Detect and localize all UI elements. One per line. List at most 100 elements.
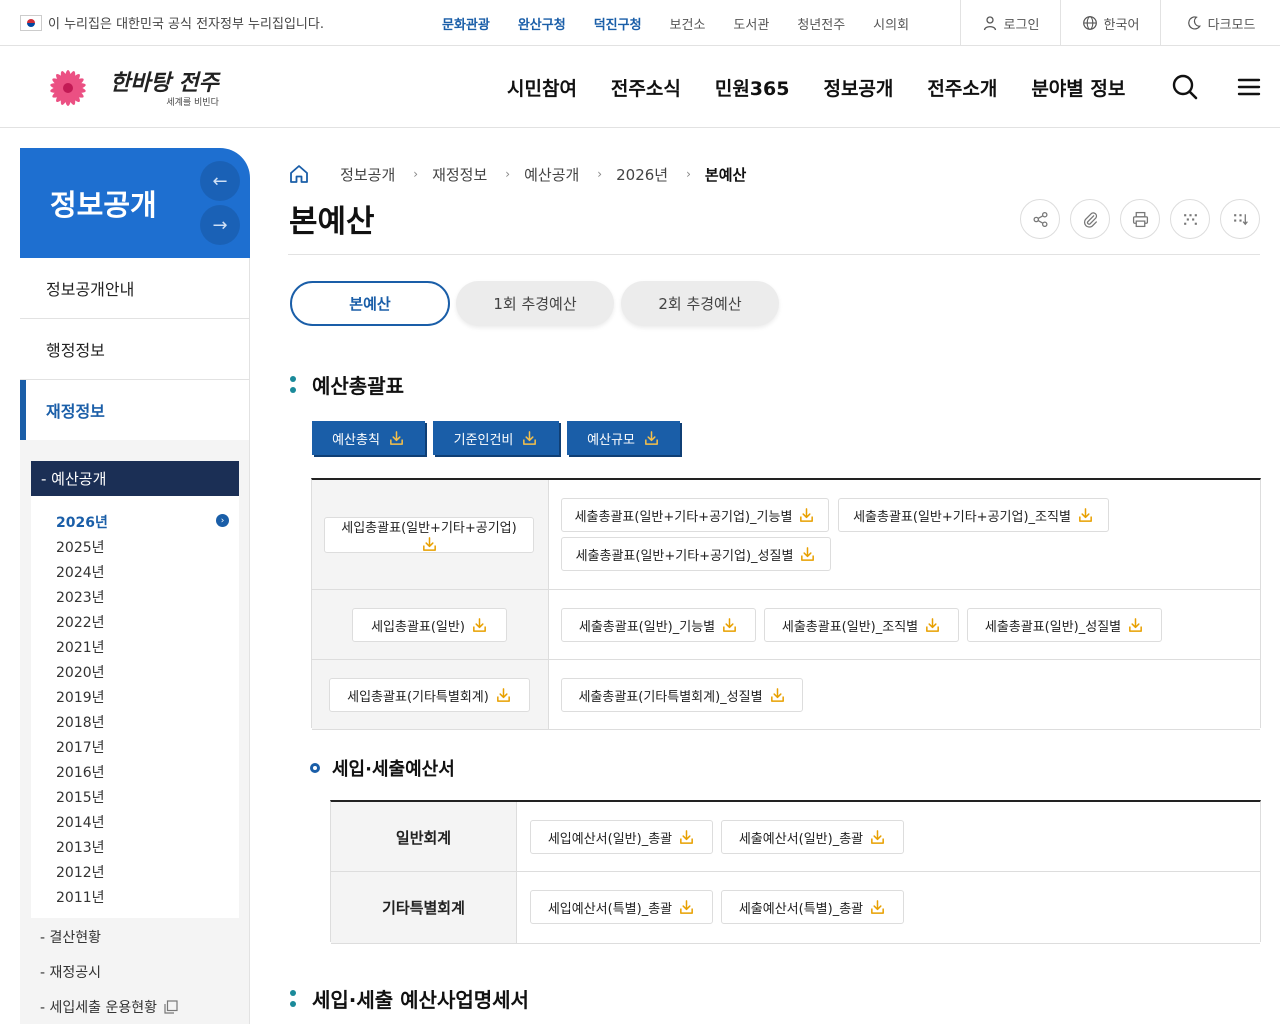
gnb-citizen[interactable]: 시민참여 — [507, 74, 577, 101]
login-label: 로그인 — [1003, 17, 1040, 33]
download-expenditure-general-by-nature[interactable]: 세출총괄표(일반)_성질별 — [967, 608, 1162, 642]
gnb-about[interactable]: 전주소개 — [927, 74, 997, 101]
breadcrumb-item-info[interactable]: 정보공개 — [340, 164, 395, 185]
globe-icon — [1082, 16, 1097, 30]
chevron-right-icon: › — [216, 514, 229, 527]
download-budget-rules-button[interactable]: 예산총칙 — [312, 421, 425, 455]
download-expenditure-total-by-function[interactable]: 세출총괄표(일반+기타+공기업)_기능별 — [561, 498, 829, 532]
quick-link-youth[interactable]: 청년전주 — [797, 14, 845, 33]
download-icon — [643, 430, 660, 447]
sidebar-item-admin-info[interactable]: 행정정보 — [20, 319, 250, 380]
breadcrumb-sep-icon: › — [597, 167, 603, 181]
download-icon — [1077, 507, 1094, 524]
scroll-button[interactable] — [1220, 199, 1260, 239]
next-arrow-icon[interactable]: → — [200, 205, 240, 245]
download-expenditure-total-by-nature[interactable]: 세출총괄표(일반+기타+공기업)_성질별 — [561, 537, 831, 571]
site-logo[interactable]: 한바탕 전주 세계를 비빈다 — [32, 58, 219, 114]
section-bullet-icon — [290, 990, 296, 1007]
print-button[interactable] — [1120, 199, 1160, 239]
quick-link-deokjin[interactable]: 덕진구청 — [594, 14, 642, 33]
gnb-info[interactable]: 정보공개 — [823, 74, 893, 101]
year-item-2023[interactable]: 2023년 — [56, 587, 105, 607]
share-button[interactable] — [1020, 199, 1060, 239]
year-item-2012[interactable]: 2012년 — [56, 862, 105, 882]
title-divider — [288, 254, 1260, 255]
download-expenditure-total-by-organization[interactable]: 세출총괄표(일반+기타+공기업)_조직별 — [838, 498, 1109, 532]
download-revenue-summary-special[interactable]: 세입총괄표(기타특별회계) — [329, 678, 530, 712]
gnb-field[interactable]: 분야별 정보 — [1031, 74, 1125, 101]
breadcrumb-sep-icon: › — [686, 167, 691, 181]
tab-main-budget[interactable]: 본예산 — [290, 281, 450, 326]
year-item-2026[interactable]: 2026년 — [56, 512, 108, 532]
flower-logo-icon — [50, 70, 86, 106]
gov-notice[interactable]: 이 누리집은 대한민국 공식 전자정부 누리집입니다. — [20, 13, 324, 32]
year-item-2011[interactable]: 2011년 — [56, 887, 105, 907]
logo-main-text: 한바탕 전주 — [110, 69, 219, 96]
gnb-news[interactable]: 전주소식 — [611, 74, 681, 101]
download-expenditure-book-general[interactable]: 세출예산서(일반)_총괄 — [721, 820, 904, 854]
language-button[interactable]: 한국어 — [1060, 0, 1160, 46]
logo-text: 한바탕 전주 세계를 비빈다 — [110, 65, 219, 108]
year-item-2014[interactable]: 2014년 — [56, 812, 105, 832]
quick-link-culture[interactable]: 문화관광 — [442, 14, 490, 33]
download-expenditure-general-by-organization[interactable]: 세출총괄표(일반)_조직별 — [764, 608, 959, 642]
download-expenditure-general-by-function[interactable]: 세출총괄표(일반)_기능별 — [561, 608, 756, 642]
search-icon[interactable] — [1170, 72, 1200, 102]
gnb-minwon[interactable]: 민원365 — [715, 74, 790, 101]
attachment-button[interactable] — [1070, 199, 1110, 239]
sidebar-submenu: - 예산공개 2026년 › 2025년 2024년 2023년 2022년 2… — [20, 440, 250, 1024]
download-expenditure-book-special[interactable]: 세출예산서(특별)_총괄 — [721, 890, 904, 924]
year-item-2015[interactable]: 2015년 — [56, 787, 105, 807]
user-icon — [983, 16, 996, 31]
breadcrumb-item-finance[interactable]: 재정정보 — [432, 164, 487, 185]
sidebar-item-finance-info[interactable]: 재정정보 — [20, 380, 250, 441]
quick-link-council[interactable]: 시의회 — [873, 14, 909, 33]
dark-mode-button[interactable]: 다크모드 — [1160, 0, 1280, 46]
year-item-2018[interactable]: 2018년 — [56, 712, 105, 732]
year-item-2021[interactable]: 2021년 — [56, 637, 105, 657]
year-item-2016[interactable]: 2016년 — [56, 762, 105, 782]
login-button[interactable]: 로그인 — [960, 0, 1060, 46]
submenu-finance-disclosure[interactable]: - 재정공시 — [40, 962, 101, 982]
download-revenue-book-general[interactable]: 세입예산서(일반)_총괄 — [530, 820, 713, 854]
tab-second-supplementary[interactable]: 2회 추경예산 — [621, 281, 779, 326]
submenu-budget-head[interactable]: - 예산공개 — [31, 461, 239, 496]
tab-first-supplementary[interactable]: 1회 추경예산 — [456, 281, 614, 326]
menu-icon[interactable] — [1234, 72, 1264, 102]
download-icon — [388, 430, 405, 447]
home-icon[interactable] — [288, 163, 310, 185]
year-item-2020[interactable]: 2020년 — [56, 662, 105, 682]
breadcrumb-sep-icon: › — [413, 167, 419, 181]
quick-link-library[interactable]: 도서관 — [733, 14, 769, 33]
section-budget-summary-heading: 예산총괄표 — [290, 370, 404, 399]
korea-flag-icon — [20, 14, 42, 31]
site-header: 한바탕 전주 세계를 비빈다 시민참여 전주소식 민원365 정보공개 전주소개… — [0, 46, 1280, 128]
download-expenditure-special-by-nature[interactable]: 세출총괄표(기타특별회계)_성질별 — [561, 678, 803, 712]
year-item-2025[interactable]: 2025년 — [56, 537, 105, 557]
submenu-settlement[interactable]: - 결산현황 — [40, 927, 101, 947]
year-item-2013[interactable]: 2013년 — [56, 837, 105, 857]
download-icon — [869, 899, 886, 916]
year-item-2017[interactable]: 2017년 — [56, 737, 105, 757]
prev-arrow-icon[interactable]: ← — [200, 161, 240, 201]
download-revenue-summary-general[interactable]: 세입총괄표(일반) — [352, 608, 507, 642]
quick-link-health[interactable]: 보건소 — [670, 14, 706, 33]
file-label: 세출총괄표(일반+기타+공기업)_성질별 — [575, 548, 794, 564]
year-item-2022[interactable]: 2022년 — [56, 612, 105, 632]
sidebar-item-info-guide[interactable]: 정보공개안내 — [20, 258, 250, 319]
submenu-operation-label: - 세입세출 운용현황 — [40, 1000, 157, 1016]
breadcrumb-item-budget[interactable]: 예산공개 — [524, 164, 579, 185]
new-window-icon — [164, 1000, 178, 1014]
download-standard-labor-button[interactable]: 기준인건비 — [433, 421, 559, 455]
year-item-2024[interactable]: 2024년 — [56, 562, 105, 582]
quick-link-wansan[interactable]: 완산구청 — [518, 14, 566, 33]
download-icon — [798, 507, 815, 524]
download-revenue-summary-total[interactable]: 세입총괄표(일반+기타+공기업) — [324, 517, 534, 553]
year-item-2019[interactable]: 2019년 — [56, 687, 105, 707]
section-budget-book-title: 세입·세출예산서 — [332, 759, 455, 780]
submenu-operation[interactable]: - 세입세출 운용현황 — [40, 997, 179, 1017]
download-revenue-book-special[interactable]: 세입예산서(특별)_총괄 — [530, 890, 713, 924]
download-budget-scale-button[interactable]: 예산규모 — [567, 421, 680, 455]
breadcrumb-item-year[interactable]: 2026년 — [616, 164, 668, 185]
qr-button[interactable] — [1170, 199, 1210, 239]
